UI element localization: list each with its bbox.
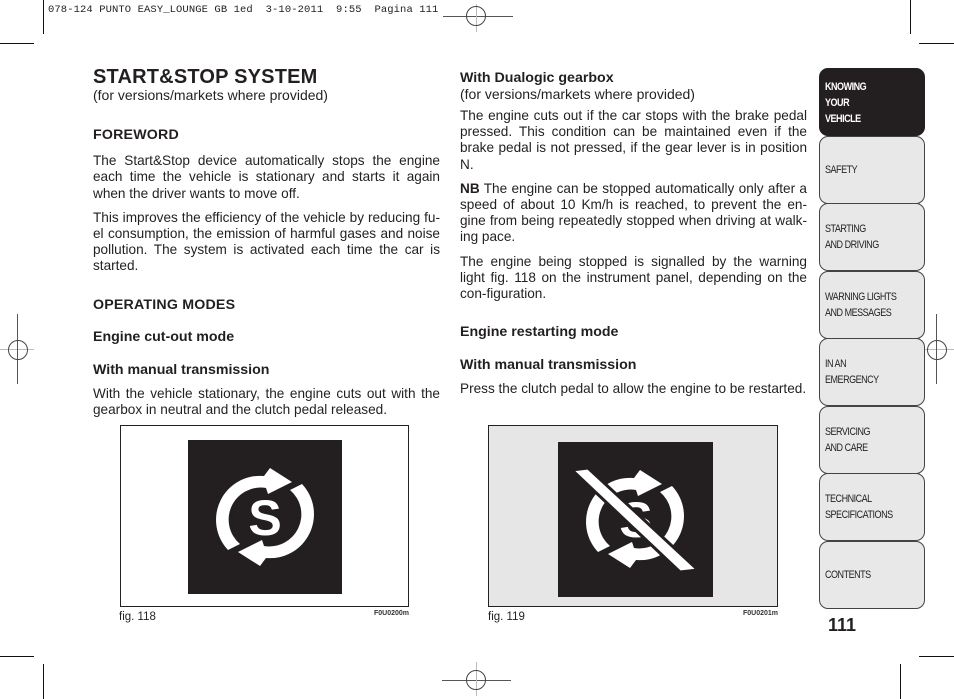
- tab-technical-specifications[interactable]: TECHNICAL SPECIFICATIONS: [819, 473, 925, 541]
- engine-cutout-heading: Engine cut-out mode: [93, 328, 235, 345]
- tab-label: KNOWING YOUR VEHICLE: [825, 81, 867, 125]
- tab-warning-lights[interactable]: WARNING LIGHTS AND MESSAGES: [819, 271, 925, 339]
- tab-starting-and-driving[interactable]: STARTING AND DRIVING: [819, 203, 925, 271]
- restart-text: Press the clutch pedal to allow the engi…: [460, 381, 807, 397]
- tab-in-an-emergency[interactable]: IN AN EMERGENCY: [819, 338, 925, 406]
- crop-mark: [919, 43, 954, 44]
- page-number: 111: [828, 615, 857, 635]
- dualogic-subtitle: (for versions/markets where provided): [460, 86, 695, 102]
- foreword-paragraph-1: The Start&Stop device automatically stop…: [93, 153, 440, 201]
- signal-text: The engine being stopped is signalled by…: [460, 253, 807, 302]
- tab-contents[interactable]: CONTENTS: [819, 541, 925, 609]
- tab-knowing-your-vehicle[interactable]: KNOWING YOUR VEHICLE: [819, 68, 925, 136]
- nb-paragraph: NB The engine can be stopped automatical…: [460, 181, 807, 246]
- tab-label: CONTENTS: [825, 569, 871, 581]
- printer-slug: 078-124 PUNTO EASY_LOUNGE GB 1ed 3-10-20…: [48, 4, 439, 16]
- crop-mark: [43, 664, 44, 699]
- tab-label: SERVICING AND CARE: [825, 426, 871, 454]
- operating-modes-heading: OPERATING MODES: [93, 296, 236, 313]
- page-title: START&STOP SYSTEM: [93, 66, 318, 88]
- tab-safety[interactable]: SAFETY: [819, 136, 925, 204]
- figure-118-code: F0U0200m: [374, 610, 410, 617]
- figure-119-code: F0U0201m: [743, 610, 779, 617]
- crop-mark: [0, 43, 34, 44]
- title-subtitle: (for versions/markets where provided): [93, 87, 328, 103]
- figure-119: S: [488, 425, 778, 607]
- dualogic-heading: With Dualogic gearbox: [460, 70, 614, 86]
- tab-label: TECHNICAL SPECIFICATIONS: [825, 493, 893, 521]
- tab-label: IN AN EMERGENCY: [825, 358, 879, 386]
- right-column: With Dualogic gearbox (for versions/mark…: [460, 70, 807, 405]
- tab-servicing-and-care[interactable]: SERVICING AND CARE: [819, 406, 925, 474]
- restart-heading: Engine restarting mode: [460, 324, 619, 341]
- svg-text:S: S: [248, 490, 281, 546]
- start-stop-disabled-icon: S: [558, 442, 713, 597]
- dualogic-text: The engine cuts out if the car stops wit…: [460, 108, 807, 172]
- crop-mark: [900, 664, 901, 699]
- nb-label: NB: [460, 180, 480, 196]
- manual-transmission-text: With the vehicle stationary, the engine …: [93, 385, 440, 418]
- nb-text: The engine can be stopped automatically …: [460, 180, 807, 245]
- foreword-paragraph-2: This improves the efficiency of the vehi…: [93, 209, 440, 274]
- figure-118: S: [120, 425, 409, 607]
- tab-label: STARTING AND DRIVING: [825, 223, 879, 251]
- start-stop-active-icon: S: [188, 440, 342, 594]
- figure-119-caption: fig. 119: [488, 611, 525, 623]
- crop-mark: [0, 656, 34, 657]
- figure-118-caption: fig. 118: [119, 611, 156, 623]
- crop-mark: [43, 0, 44, 34]
- crop-mark: [919, 656, 954, 657]
- manual-transmission-heading: With manual transmission: [93, 361, 270, 378]
- restart-manual-heading: With manual transmission: [460, 357, 637, 374]
- left-column: START&STOP SYSTEM (for versions/markets …: [93, 67, 440, 426]
- tab-label: WARNING LIGHTS AND MESSAGES: [825, 291, 897, 319]
- crop-mark: [910, 0, 911, 34]
- tab-label: SAFETY: [825, 164, 858, 176]
- foreword-heading: FOREWORD: [93, 127, 179, 143]
